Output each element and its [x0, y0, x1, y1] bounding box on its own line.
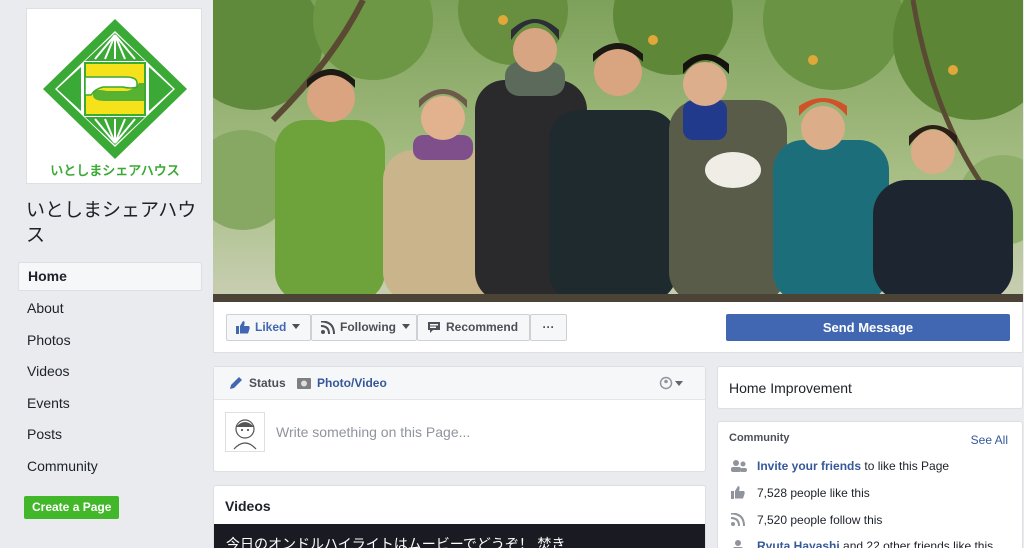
audience-selector-icon[interactable]: [659, 376, 685, 390]
invite-friends-text: to like this Page: [861, 459, 950, 473]
page-nav: Home About Photos Videos Events Posts Co…: [18, 262, 202, 482]
following-button[interactable]: Following: [311, 314, 417, 341]
likes-row: 7,528 people like this: [729, 486, 870, 500]
recommend-label: Recommend: [446, 320, 519, 334]
videos-title[interactable]: Videos: [225, 498, 271, 514]
chevron-down-icon: [292, 324, 301, 329]
send-message-button[interactable]: Send Message: [726, 314, 1010, 341]
camera-icon: [297, 378, 311, 389]
follows-row: 7,520 people follow this: [729, 513, 882, 527]
friend-icon: [733, 540, 743, 548]
page-title[interactable]: いとしまシェアハウス: [26, 198, 206, 248]
video-thumbnail[interactable]: 今日のオンドルハイライトはムービーでどうぞ！ 焚き: [214, 524, 705, 548]
recommend-button[interactable]: Recommend: [417, 314, 530, 341]
nav-item-events[interactable]: Events: [18, 388, 202, 420]
composer-body: Write something on this Page...: [214, 400, 705, 472]
tab-photo-video-label: Photo/Video: [317, 376, 387, 390]
composer-input[interactable]: Write something on this Page...: [276, 424, 470, 440]
rss-icon: [321, 321, 335, 334]
pencil-icon: [230, 377, 242, 389]
following-label: Following: [340, 320, 396, 334]
videos-card: Videos 今日のオンドルハイライトはムービーでどうぞ！ 焚き: [213, 485, 706, 548]
friends-like-row: Ryuta Hayashi and 22 other friends like …: [729, 539, 993, 548]
speech-bubble-icon: [428, 322, 440, 333]
nav-item-home[interactable]: Home: [18, 262, 202, 291]
invite-friends-link[interactable]: Invite your friends: [757, 459, 861, 473]
avatar-icon: [233, 419, 257, 450]
follows-count[interactable]: 7,520 people follow this: [757, 513, 882, 527]
community-title: Community: [729, 432, 790, 444]
community-card: Community See All Invite your friends to…: [717, 421, 1023, 548]
liked-button[interactable]: Liked: [226, 314, 311, 341]
tab-status-label: Status: [249, 376, 286, 390]
friend-name-link[interactable]: Ryuta Hayashi: [757, 539, 840, 548]
see-all-link[interactable]: See All: [971, 433, 1008, 447]
video-caption: 今日のオンドルハイライトはムービーでどうぞ！ 焚き: [226, 537, 566, 548]
avatar: [225, 412, 265, 452]
page-category[interactable]: Home Improvement: [717, 366, 1023, 409]
rss-icon: [731, 513, 745, 526]
svg-text:いとしまシェアハウス: いとしまシェアハウス: [50, 164, 179, 179]
nav-item-posts[interactable]: Posts: [18, 419, 202, 451]
profile-picture[interactable]: いとしまシェアハウス: [26, 8, 202, 184]
chevron-down-icon: [402, 324, 410, 329]
page-action-bar: Liked Following Recommend ··· Send Messa…: [213, 302, 1023, 353]
logo-image: いとしまシェアハウス: [43, 19, 187, 179]
likes-count[interactable]: 7,528 people like this: [757, 486, 870, 500]
create-page-button[interactable]: Create a Page: [24, 496, 120, 519]
nav-item-videos[interactable]: Videos: [18, 356, 202, 388]
nav-item-community[interactable]: Community: [18, 451, 202, 483]
friends-like-text: and 22 other friends like this: [839, 539, 994, 548]
tab-status[interactable]: Status: [228, 376, 286, 390]
nav-item-photos[interactable]: Photos: [18, 325, 202, 357]
left-column: いとしまシェアハウス いとしまシェアハウス Home About Photos …: [18, 0, 204, 548]
composer-tabs: Status Photo/Video: [214, 367, 705, 400]
tab-photo-video[interactable]: Photo/Video: [296, 376, 387, 390]
thumbs-up-icon: [236, 321, 250, 334]
cover-photo[interactable]: [213, 0, 1023, 302]
invite-friends-icon: [731, 460, 747, 472]
invite-friends-row: Invite your friends to like this Page: [729, 459, 949, 473]
cover-image: [213, 0, 1023, 302]
nav-item-about[interactable]: About: [18, 293, 202, 325]
post-composer: Status Photo/Video Write something on th…: [213, 366, 706, 472]
more-options-button[interactable]: ···: [530, 314, 567, 341]
thumbs-up-icon: [731, 486, 745, 499]
liked-label: Liked: [255, 320, 287, 334]
